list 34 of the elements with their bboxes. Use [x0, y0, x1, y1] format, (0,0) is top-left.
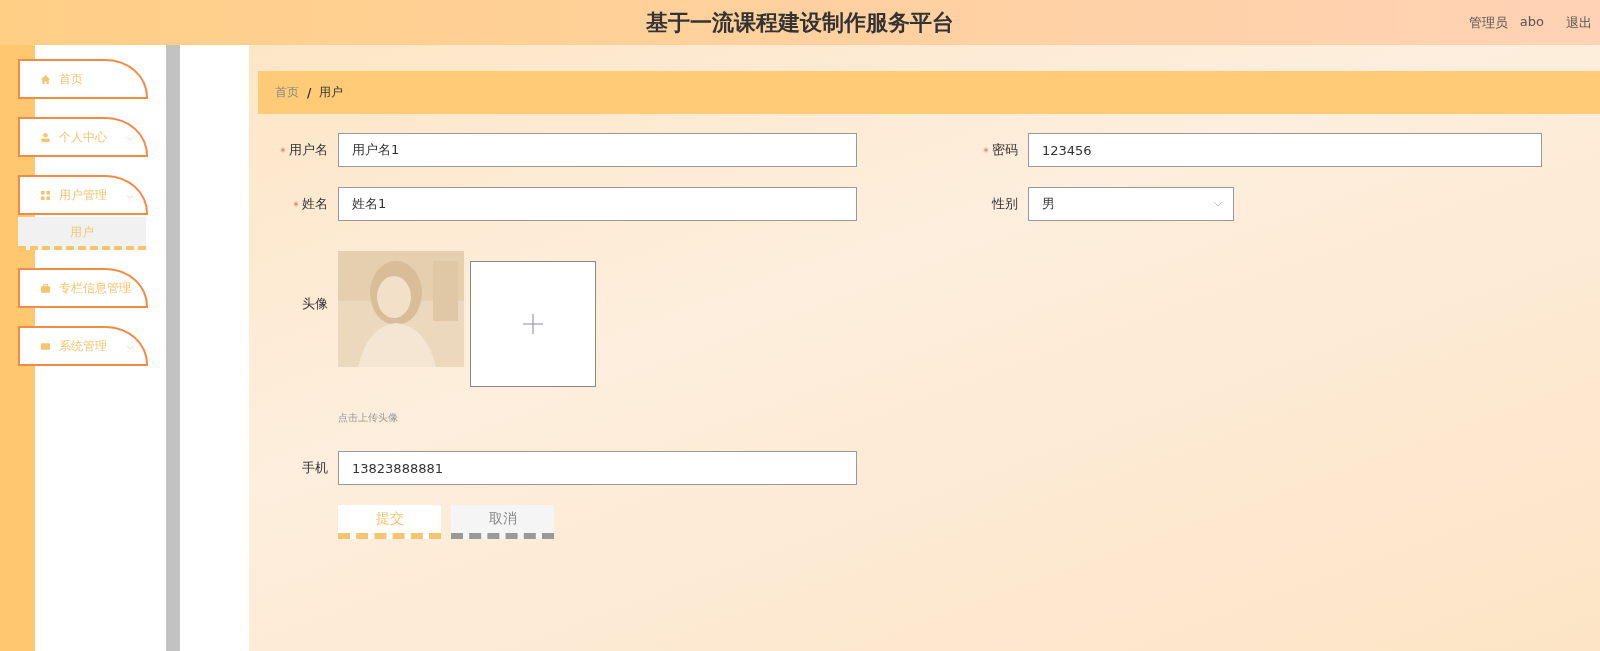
breadcrumb-link[interactable]: 用户: [319, 84, 344, 101]
field-label: 用户名: [289, 141, 328, 159]
field-label: 头像: [302, 294, 328, 313]
asterisk-icon: [293, 201, 299, 207]
select-field[interactable]: 男: [1028, 187, 1234, 221]
site-title: 基于一流课程建设制作服务平台: [646, 7, 954, 37]
field-label: 性别: [992, 195, 1018, 213]
upload-box[interactable]: [470, 261, 596, 387]
briefcase-icon: [40, 282, 51, 294]
card-icon: [40, 340, 51, 352]
cancel-button[interactable]: 取消: [451, 505, 554, 539]
field-label: 姓名: [302, 195, 328, 213]
home-icon: [40, 73, 51, 85]
breadcrumb-separator: /: [307, 85, 312, 100]
chevron-icon: [126, 194, 134, 199]
asterisk-icon: [983, 147, 989, 153]
asterisk-icon: [280, 147, 286, 153]
chevron-icon: [126, 136, 134, 141]
input-field[interactable]: 用户名1: [338, 133, 857, 167]
logout-link[interactable]: 退出: [1566, 13, 1592, 32]
grid-icon: [40, 189, 51, 201]
field-label: 手机: [302, 459, 328, 477]
input-field[interactable]: 姓名1: [338, 187, 857, 221]
input-field[interactable]: 123456: [1028, 133, 1542, 167]
field-label: 密码: [992, 141, 1018, 159]
chevron-icon: [1213, 201, 1223, 207]
breadcrumb-link[interactable]: 首页: [275, 84, 299, 101]
user-name: abo: [1519, 13, 1544, 31]
upload-hint: 点击上传头像: [338, 411, 399, 425]
input-field[interactable]: 13823888881: [338, 451, 857, 485]
plus-icon: [522, 313, 544, 335]
user-role: 管理员: [1468, 13, 1508, 32]
person-icon: [40, 131, 51, 143]
chevron-icon: [126, 345, 134, 350]
